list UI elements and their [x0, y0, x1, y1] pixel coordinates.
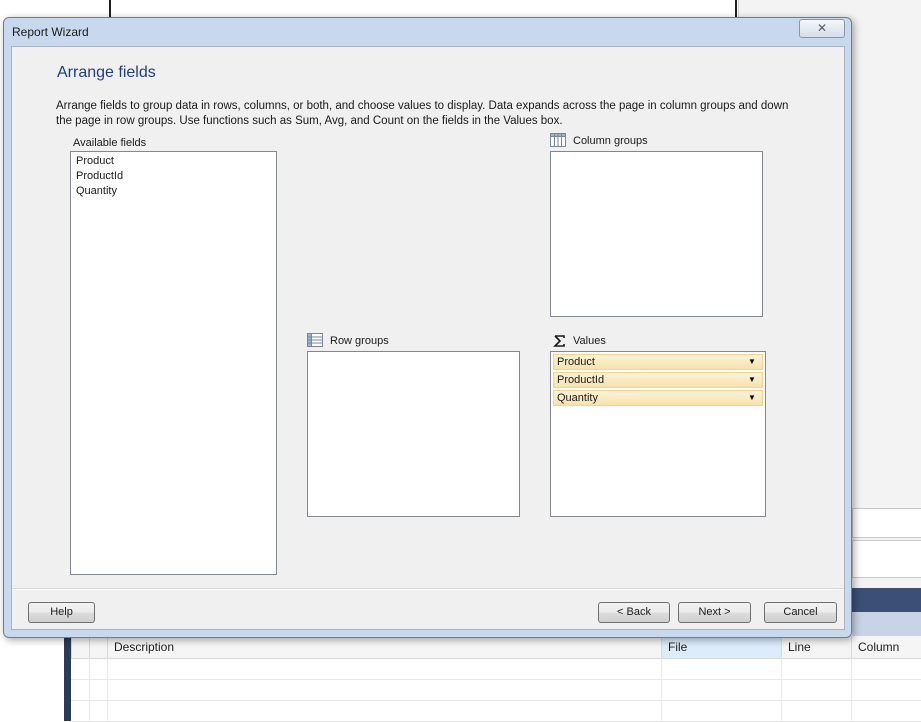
error-list-column-index[interactable]	[89, 636, 107, 658]
instructions-text: Arrange fields to group data in rows, co…	[56, 100, 789, 127]
table-row[interactable]	[71, 679, 921, 701]
grid-line	[851, 658, 852, 721]
next-button[interactable]: Next >	[678, 602, 751, 623]
value-item-label: Quantity	[557, 392, 598, 404]
help-button[interactable]: Help	[28, 602, 95, 623]
column-groups-label: Column groups	[573, 135, 648, 147]
footer-separator	[12, 588, 844, 590]
values-label: Values	[573, 335, 606, 347]
background-field	[852, 540, 921, 578]
grid-line	[107, 658, 108, 721]
available-fields-label: Available fields	[73, 137, 147, 149]
available-fields-list[interactable]: Product ProductId Quantity	[70, 151, 277, 575]
error-list-column-description[interactable]: Description	[107, 636, 661, 658]
dialog-titlebar[interactable]: Report Wizard ✕	[4, 18, 851, 46]
value-item-productid[interactable]: ProductId ▼	[553, 372, 763, 388]
column-groups-list[interactable]	[550, 151, 763, 317]
report-wizard-dialog: Report Wizard ✕ Arrange fields Arrange f…	[3, 17, 852, 638]
chevron-down-icon[interactable]: ▼	[745, 391, 759, 405]
table-row[interactable]	[71, 700, 921, 722]
error-list-column-line[interactable]: Line	[781, 636, 851, 658]
error-list-column-column[interactable]: Column	[851, 636, 921, 658]
chevron-down-icon[interactable]: ▼	[745, 373, 759, 387]
dialog-content: Arrange fields Arrange fields to group d…	[11, 46, 845, 630]
list-item[interactable]: ProductId	[71, 169, 276, 184]
error-list: Description File Line Column	[71, 636, 921, 722]
value-item-quantity[interactable]: Quantity ▼	[553, 390, 763, 406]
chevron-down-icon[interactable]: ▼	[745, 355, 759, 369]
error-list-column-icon[interactable]	[71, 636, 89, 658]
value-item-label: ProductId	[557, 374, 605, 386]
background-toolbar	[852, 612, 921, 636]
error-list-column-file[interactable]: File	[661, 636, 781, 658]
list-item[interactable]: Product	[71, 154, 276, 169]
background-toolbar	[852, 588, 921, 612]
column-groups-icon	[550, 133, 566, 147]
back-button[interactable]: < Back	[598, 602, 670, 623]
list-item[interactable]: Quantity	[71, 184, 276, 199]
row-groups-icon	[307, 333, 323, 347]
page-title: Arrange fields	[57, 64, 156, 81]
background-divider	[109, 0, 111, 18]
background-divider	[735, 0, 737, 18]
grid-line	[89, 658, 90, 721]
grid-line	[781, 658, 782, 721]
values-list[interactable]: Product ▼ ProductId ▼ Quantity ▼	[550, 351, 766, 517]
value-item-label: Product	[557, 356, 595, 368]
value-item-product[interactable]: Product ▼	[553, 354, 763, 370]
cancel-button[interactable]: Cancel	[764, 602, 837, 623]
table-row[interactable]	[71, 658, 921, 680]
grid-line	[661, 658, 662, 721]
close-button[interactable]: ✕	[799, 19, 845, 38]
row-groups-list[interactable]	[307, 351, 520, 517]
sigma-icon	[553, 335, 565, 347]
close-icon: ✕	[816, 21, 828, 35]
dialog-title: Report Wizard	[12, 25, 89, 39]
row-groups-label: Row groups	[330, 335, 389, 347]
background-field	[852, 508, 921, 538]
